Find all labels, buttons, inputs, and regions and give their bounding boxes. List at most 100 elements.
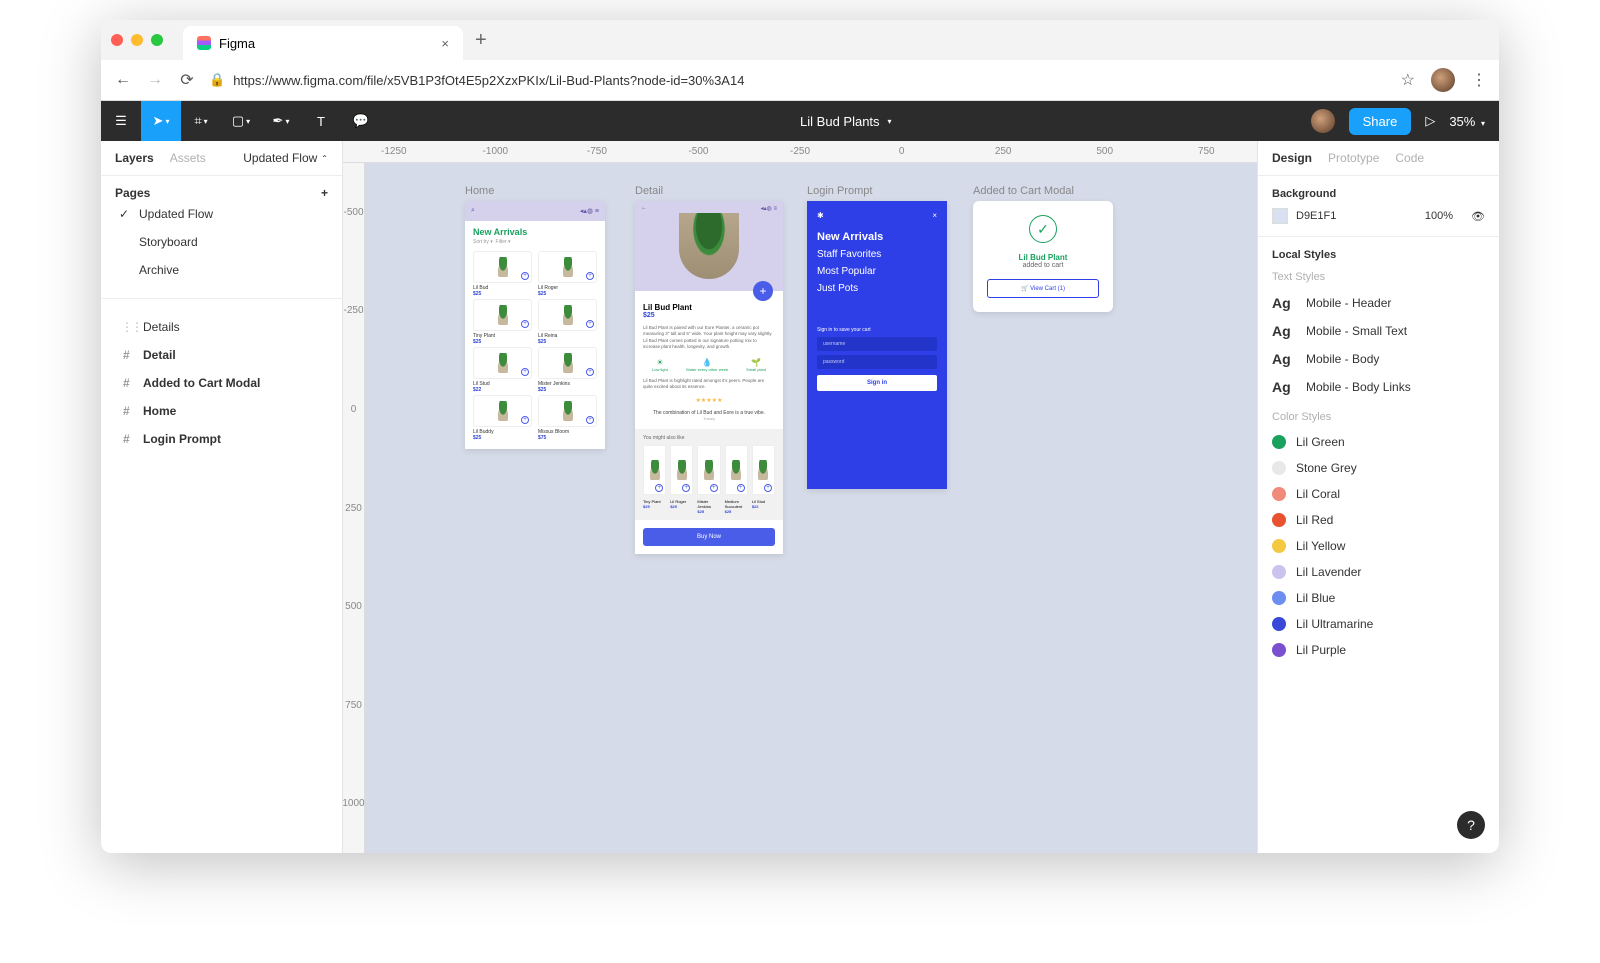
login-nav-item[interactable]: Just Pots bbox=[817, 280, 937, 297]
product-tile[interactable]: +Lil Stud$22 bbox=[473, 347, 532, 393]
tab-prototype[interactable]: Prototype bbox=[1328, 151, 1379, 165]
reload-button[interactable]: ⟳ bbox=[177, 70, 197, 90]
product-tile[interactable]: +Lil Roger$25 bbox=[538, 251, 597, 297]
add-icon[interactable]: + bbox=[586, 320, 594, 328]
text-style-item[interactable]: AgMobile - Header bbox=[1272, 289, 1485, 317]
frame-label-login[interactable]: Login Prompt bbox=[807, 185, 872, 197]
add-icon[interactable]: + bbox=[682, 484, 690, 492]
new-tab-button[interactable]: + bbox=[469, 29, 493, 52]
product-tile[interactable]: +Tiny Plant$25 bbox=[473, 299, 532, 345]
document-title[interactable]: Lil Bud Plants▾ bbox=[381, 114, 1311, 129]
maximize-window-button[interactable] bbox=[151, 34, 163, 46]
menu-button[interactable]: ☰ bbox=[101, 101, 141, 141]
add-icon[interactable]: + bbox=[737, 484, 745, 492]
bg-opacity[interactable]: 100% bbox=[1425, 210, 1453, 222]
view-cart-button[interactable]: 🛒 View Cart (1) bbox=[987, 279, 1099, 298]
close-icon[interactable]: × bbox=[932, 211, 937, 220]
artboard-login[interactable]: ✱× New ArrivalsStaff FavoritesMost Popul… bbox=[807, 201, 947, 489]
artboard-home[interactable]: ⌕◂▴◍ ≡ New Arrivals Sort by ▾ Filter ▾ +… bbox=[465, 201, 605, 449]
color-style-item[interactable]: Lil Purple bbox=[1272, 637, 1485, 663]
product-tile[interactable]: +Lil Bud$25 bbox=[473, 251, 532, 297]
layer-item[interactable]: Detail bbox=[115, 341, 328, 369]
close-window-button[interactable] bbox=[111, 34, 123, 46]
product-tile[interactable]: +Lil Reina$25 bbox=[538, 299, 597, 345]
artboard-cart-modal[interactable]: ✓ Lil Bud Plant added to cart 🛒 View Car… bbox=[973, 201, 1113, 312]
login-nav-item[interactable]: Staff Favorites bbox=[817, 246, 937, 263]
add-icon[interactable]: + bbox=[764, 484, 772, 492]
related-tile[interactable]: + bbox=[725, 445, 748, 495]
related-tile[interactable]: + bbox=[752, 445, 775, 495]
page-item[interactable]: Archive bbox=[115, 256, 328, 284]
related-tile[interactable]: + bbox=[697, 445, 720, 495]
color-style-item[interactable]: Lil Green bbox=[1272, 429, 1485, 455]
shape-tool[interactable]: ▢▾ bbox=[221, 101, 261, 141]
add-icon[interactable]: + bbox=[521, 320, 529, 328]
pen-tool[interactable]: ✒▾ bbox=[261, 101, 301, 141]
login-nav-item[interactable]: New Arrivals bbox=[817, 228, 937, 246]
tab-layers[interactable]: Layers bbox=[115, 151, 154, 165]
visibility-icon[interactable]: 👁 bbox=[1471, 210, 1485, 223]
bg-hex[interactable]: D9E1F1 bbox=[1296, 210, 1336, 222]
add-icon[interactable]: + bbox=[521, 368, 529, 376]
text-style-item[interactable]: AgMobile - Body bbox=[1272, 345, 1485, 373]
login-nav-item[interactable]: Most Popular bbox=[817, 263, 937, 280]
frame-tool[interactable]: ⌗▾ bbox=[181, 101, 221, 141]
add-icon[interactable]: + bbox=[586, 272, 594, 280]
user-avatar[interactable] bbox=[1311, 109, 1335, 133]
add-icon[interactable]: + bbox=[586, 368, 594, 376]
text-style-item[interactable]: AgMobile - Small Text bbox=[1272, 317, 1485, 345]
layer-item[interactable]: Added to Cart Modal bbox=[115, 369, 328, 397]
artboard-detail[interactable]: ←◂▴◍ ≡ + Lil Bud Plant $25 Lil Bud Plant… bbox=[635, 201, 783, 554]
page-item[interactable]: Updated Flow bbox=[115, 200, 328, 228]
related-tile[interactable]: + bbox=[670, 445, 693, 495]
close-tab-icon[interactable]: × bbox=[441, 36, 449, 51]
add-icon[interactable]: + bbox=[655, 484, 663, 492]
product-tile[interactable]: +Lil Buddy$25 bbox=[473, 395, 532, 441]
comment-tool[interactable]: 💬 bbox=[341, 101, 381, 141]
frame-label-home[interactable]: Home bbox=[465, 185, 494, 197]
tab-code[interactable]: Code bbox=[1395, 151, 1424, 165]
browser-menu-icon[interactable]: ⋮ bbox=[1471, 70, 1487, 90]
help-button[interactable]: ? bbox=[1457, 811, 1485, 839]
move-tool[interactable]: ➤▾ bbox=[141, 101, 181, 141]
back-button[interactable]: ← bbox=[113, 71, 133, 89]
username-input[interactable]: username bbox=[817, 337, 937, 351]
text-style-item[interactable]: AgMobile - Body Links bbox=[1272, 373, 1485, 401]
color-style-item[interactable]: Lil Coral bbox=[1272, 481, 1485, 507]
add-icon[interactable]: + bbox=[521, 416, 529, 424]
add-fab-button[interactable]: + bbox=[753, 281, 773, 301]
present-button[interactable]: ▷ bbox=[1425, 113, 1435, 129]
page-item[interactable]: Storyboard bbox=[115, 228, 328, 256]
minimize-window-button[interactable] bbox=[131, 34, 143, 46]
color-style-item[interactable]: Lil Red bbox=[1272, 507, 1485, 533]
frame-label-cart[interactable]: Added to Cart Modal bbox=[973, 185, 1074, 197]
layer-item[interactable]: Details bbox=[115, 313, 328, 341]
canvas[interactable]: Home ⌕◂▴◍ ≡ New Arrivals Sort by ▾ Filte… bbox=[365, 163, 1257, 853]
add-icon[interactable]: + bbox=[586, 416, 594, 424]
profile-avatar[interactable] bbox=[1431, 68, 1455, 92]
text-tool[interactable]: T bbox=[301, 101, 341, 141]
add-icon[interactable]: + bbox=[710, 484, 718, 492]
color-style-item[interactable]: Lil Yellow bbox=[1272, 533, 1485, 559]
forward-button[interactable]: → bbox=[145, 71, 165, 89]
url-bar[interactable]: 🔒 https://www.figma.com/file/x5VB1P3fOt4… bbox=[209, 72, 1389, 88]
page-dropdown[interactable]: Updated Flow ⌃ bbox=[243, 151, 328, 165]
product-tile[interactable]: +Missus Bloom$75 bbox=[538, 395, 597, 441]
color-style-item[interactable]: Stone Grey bbox=[1272, 455, 1485, 481]
share-button[interactable]: Share bbox=[1349, 108, 1412, 135]
related-tile[interactable]: + bbox=[643, 445, 666, 495]
color-style-item[interactable]: Lil Ultramarine bbox=[1272, 611, 1485, 637]
add-page-button[interactable]: + bbox=[321, 186, 328, 200]
tab-assets[interactable]: Assets bbox=[170, 151, 206, 165]
layer-item[interactable]: Login Prompt bbox=[115, 425, 328, 453]
bookmark-star-icon[interactable]: ☆ bbox=[1401, 70, 1415, 90]
frame-label-detail[interactable]: Detail bbox=[635, 185, 663, 197]
zoom-control[interactable]: 35% ▾ bbox=[1449, 114, 1485, 129]
signin-button[interactable]: Sign in bbox=[817, 375, 937, 391]
tab-design[interactable]: Design bbox=[1272, 151, 1312, 165]
browser-tab[interactable]: Figma × bbox=[183, 26, 463, 60]
bg-swatch[interactable] bbox=[1272, 208, 1288, 224]
color-style-item[interactable]: Lil Blue bbox=[1272, 585, 1485, 611]
password-input[interactable]: password bbox=[817, 355, 937, 369]
buy-button[interactable]: Buy Now bbox=[643, 528, 775, 546]
